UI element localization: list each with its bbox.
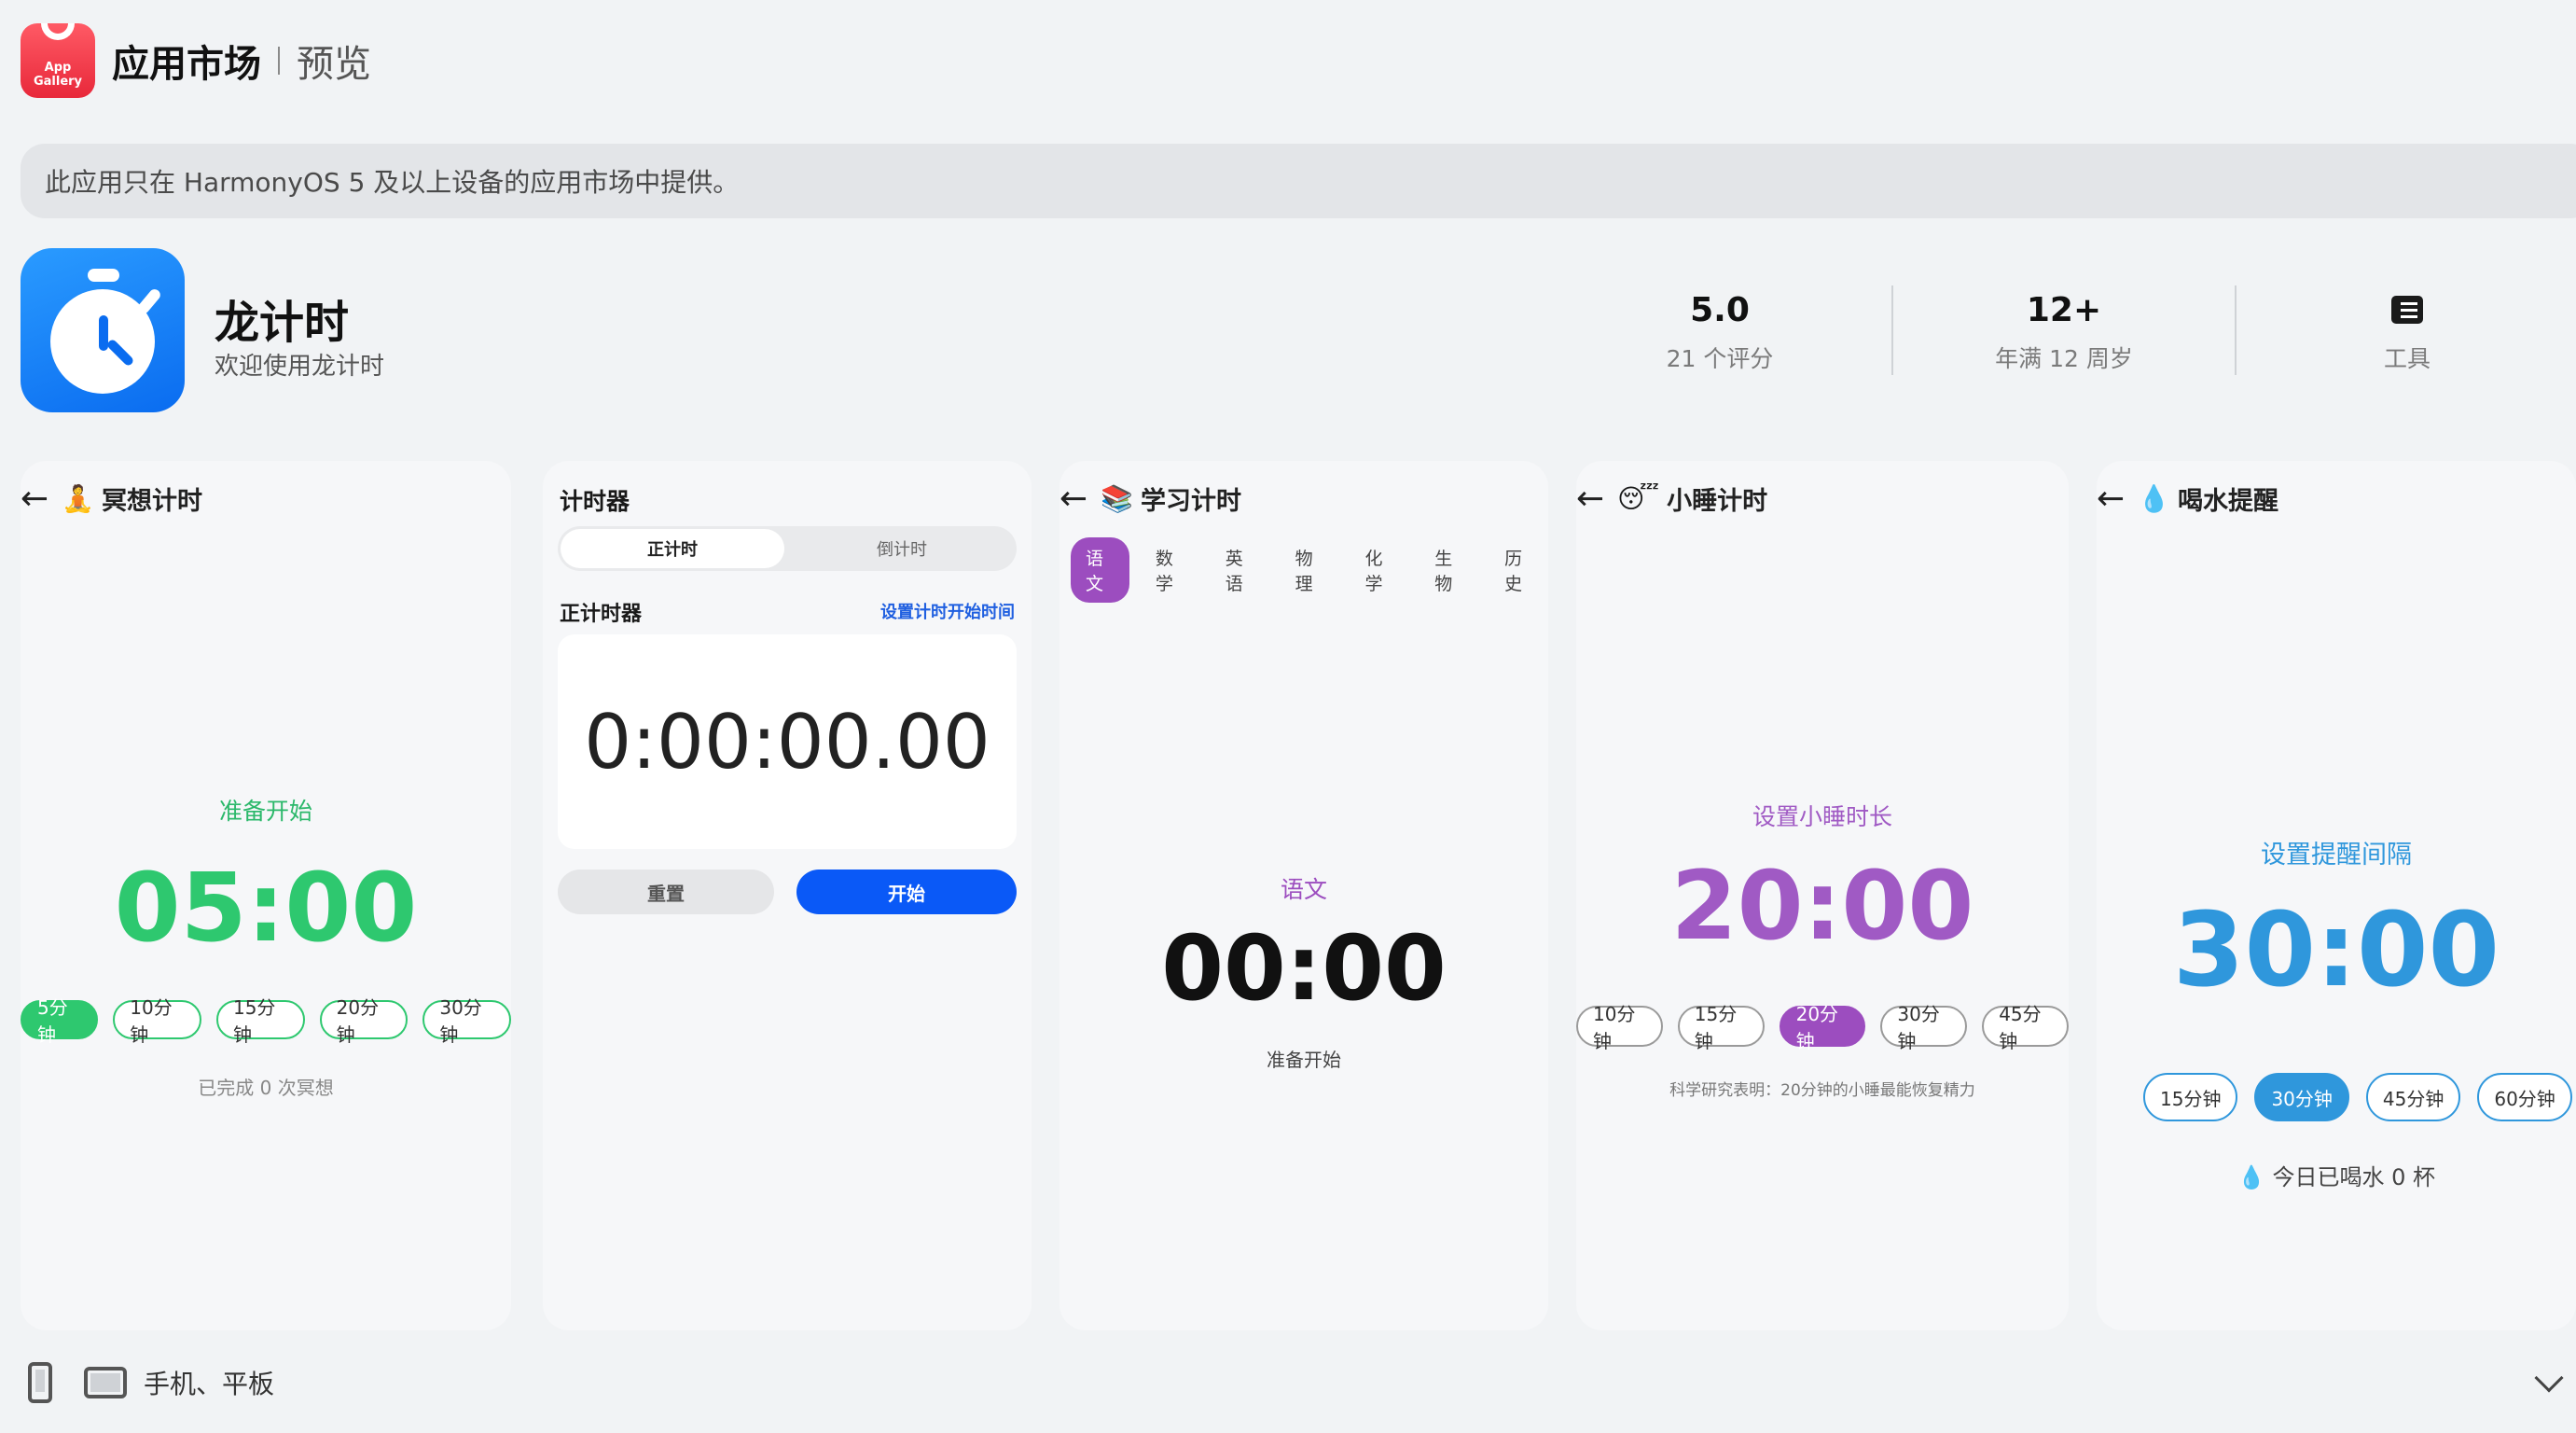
study-status: 准备开始: [1267, 1049, 1341, 1071]
meditation-chip: 30分钟: [422, 996, 511, 1046]
meditation-count: 已完成 0 次冥想: [198, 1077, 334, 1099]
subject-tabs: 语文 数学 英语 物理 化学 生物 历史: [1071, 537, 1548, 603]
tab-count-down: 倒计时: [877, 540, 927, 560]
water-chip: 45分钟: [2365, 1073, 2461, 1121]
devices-text: 手机、平板: [144, 1369, 275, 1399]
supported-devices: 手机、平板: [28, 1362, 274, 1403]
rating-stat: 5.0 21 个评分: [1548, 285, 1891, 375]
meditation-emoji-icon: 🧘: [62, 483, 95, 514]
water-chip: 15分钟: [2143, 1073, 2238, 1121]
subject-tab: 化学: [1364, 549, 1383, 594]
subject-tab: 数学: [1155, 549, 1173, 594]
back-arrow-icon: ←: [2097, 480, 2126, 518]
nap-chip: 20分钟: [1779, 1003, 1866, 1052]
water-interval-chips: 15分钟 30分钟 45分钟 60分钟: [2143, 1073, 2572, 1121]
subject-tab: 历史: [1504, 549, 1523, 594]
meditation-chip: 5分钟: [21, 996, 99, 1046]
set-start-time-link: 设置计时开始时间: [880, 603, 1015, 622]
meditation-chip: 10分钟: [113, 996, 201, 1046]
books-emoji-icon: 📚: [1101, 483, 1134, 514]
water-drop-icon: 💧: [2237, 1164, 2265, 1190]
start-button: 开始: [796, 870, 1017, 914]
tablet-icon: [84, 1367, 127, 1398]
water-chip: 60分钟: [2477, 1073, 2572, 1121]
header-title: 应用市场: [112, 43, 261, 86]
category-label: 工具: [2383, 345, 2431, 372]
app-name: 龙计时: [215, 297, 350, 349]
meditation-chip: 15分钟: [215, 996, 305, 1046]
water-title: 喝水提醒: [2178, 487, 2279, 516]
water-time: 30:00: [2172, 890, 2500, 1009]
nap-label: 设置小睡时长: [1752, 803, 1892, 830]
app-stats: 5.0 21 个评分 12+ 年满 12 周岁 工具: [1548, 285, 2576, 375]
meditation-title: 冥想计时: [102, 487, 203, 516]
rating-label: 21 个评分: [1666, 345, 1774, 372]
nap-note: 科学研究表明：20分钟的小睡最能恢复精力: [1669, 1081, 1975, 1100]
screenshot-study[interactable]: ← 📚 学习计时 语文 数学 英语 物理 化学 生物 历史 语文 00:00 准…: [1059, 461, 1548, 1330]
nap-time: 20:00: [1670, 851, 1974, 962]
age-label: 年满 12 周岁: [1995, 345, 2133, 372]
chevron-down-icon[interactable]: [2534, 1363, 2564, 1393]
screenshot-meditation[interactable]: ← 🧘 冥想计时 准备开始 05:00 5分钟 10分钟 15分钟 20分钟 3…: [21, 461, 511, 1330]
meditation-time: 05:00: [114, 853, 418, 964]
water-today-text: 今日已喝水 0 杯: [2272, 1164, 2436, 1190]
tools-category-icon: [2391, 296, 2423, 324]
water-chip: 30分钟: [2254, 1073, 2349, 1121]
subject-tab: 生物: [1434, 549, 1453, 594]
subject-tab: 语文: [1071, 537, 1129, 603]
back-arrow-icon: ←: [1576, 480, 1605, 518]
phone-icon: [28, 1362, 52, 1403]
timer-mode-segment: 正计时 倒计时: [558, 526, 1017, 571]
logo-text-line2: Gallery: [33, 75, 83, 89]
header-divider: [278, 47, 280, 75]
sleepy-face-emoji-icon: 😴: [1617, 483, 1660, 514]
rating-value: 5.0: [1690, 290, 1750, 329]
nap-title: 小睡计时: [1667, 487, 1768, 516]
back-arrow-icon: ←: [21, 480, 49, 518]
back-arrow-icon: ←: [1059, 480, 1088, 518]
water-today: 💧 今日已喝水 0 杯: [2097, 1159, 2576, 1191]
age-stat: 12+ 年满 12 周岁: [1891, 285, 2235, 375]
nap-duration-chips: 10分钟 15分钟 20分钟 30分钟 45分钟: [1576, 1003, 2069, 1052]
timer-section-label: 正计时器: [560, 603, 643, 626]
logo-text-line1: App: [44, 61, 72, 75]
header-subtitle: 预览: [297, 43, 371, 86]
subject-tab: 英语: [1225, 549, 1243, 594]
availability-notice: 此应用只在 HarmonyOS 5 及以上设备的应用市场中提供。: [21, 144, 2576, 218]
screenshot-timer[interactable]: 计时器 正计时 倒计时 正计时器 设置计时开始时间 0:00:00.00 重置 …: [543, 461, 1032, 1330]
screenshot-water[interactable]: ← 💧 喝水提醒 设置提醒间隔 30:00 15分钟 30分钟 45分钟 60分…: [2097, 461, 2576, 1330]
nap-chip: 10分钟: [1576, 1003, 1663, 1052]
study-current-subject: 语文: [1280, 876, 1327, 903]
meditation-status: 准备开始: [218, 798, 312, 825]
meditation-chip: 20分钟: [319, 996, 409, 1046]
meditation-duration-chips: 5分钟 10分钟 15分钟 20分钟 30分钟: [21, 996, 511, 1046]
app-gallery-logo[interactable]: App Gallery: [21, 23, 95, 98]
tab-count-up: 正计时: [561, 529, 784, 568]
water-label: 设置提醒间隔: [2261, 841, 2412, 870]
app-icon: [21, 248, 185, 412]
water-drop-emoji-icon: 💧: [2138, 483, 2171, 514]
app-gallery-header: App Gallery 应用市场 预览: [21, 22, 371, 99]
nap-chip: 45分钟: [1982, 1003, 2069, 1052]
category-stat[interactable]: 工具: [2235, 285, 2576, 375]
study-time: 00:00: [1161, 916, 1447, 1021]
subject-tab: 物理: [1295, 549, 1313, 594]
timer-display: 0:00:00.00: [558, 634, 1017, 849]
nap-chip: 15分钟: [1677, 1003, 1765, 1052]
age-value: 12+: [2026, 290, 2102, 329]
app-description: 欢迎使用龙计时: [215, 353, 385, 381]
screenshot-nap[interactable]: ← 😴 小睡计时 设置小睡时长 20:00 10分钟 15分钟 20分钟 30分…: [1576, 461, 2069, 1330]
timer-title: 计时器: [560, 488, 630, 515]
study-title: 学习计时: [1141, 487, 1242, 516]
reset-button: 重置: [558, 870, 774, 914]
nap-chip: 30分钟: [1880, 1003, 1968, 1052]
